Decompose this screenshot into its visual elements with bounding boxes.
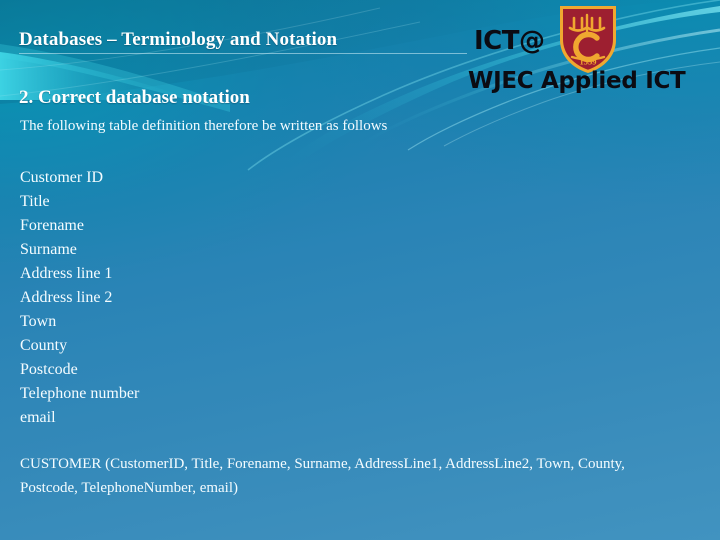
list-item: Town: [20, 313, 57, 330]
list-item: Title: [20, 193, 50, 210]
list-item: Customer ID: [20, 169, 104, 186]
list-item: Forename: [20, 217, 84, 234]
list-item: County: [20, 337, 68, 354]
list-item: Surname: [20, 241, 77, 258]
intro-sentence: The following table definition therefore…: [20, 118, 388, 134]
list-item: Telephone number: [20, 385, 140, 402]
ict-at-logo-text: ICT@: [474, 26, 545, 56]
title-underline-rule: [19, 53, 467, 54]
school-shield-crest-icon: 1539: [556, 2, 620, 76]
list-item: Postcode: [20, 361, 78, 378]
list-item: Address line 2: [20, 289, 113, 306]
crest-year-text: 1539: [580, 57, 597, 67]
section-heading: 2. Correct database notation: [19, 87, 250, 108]
wjec-applied-ict-text: WJEC Applied ICT: [468, 68, 686, 94]
list-item: email: [20, 409, 56, 426]
customer-table-notation: CUSTOMER (CustomerID, Title, Forename, S…: [20, 456, 625, 496]
slide-canvas: Databases – Terminology and Notation ICT…: [0, 0, 720, 540]
list-item: Address line 1: [20, 265, 113, 282]
logo-cluster: ICT@ 1539 WJEC Applied ICT: [468, 2, 714, 104]
field-list: Customer ID Title Forename Surname Addre…: [20, 166, 139, 430]
slide-title: Databases – Terminology and Notation: [19, 29, 338, 50]
